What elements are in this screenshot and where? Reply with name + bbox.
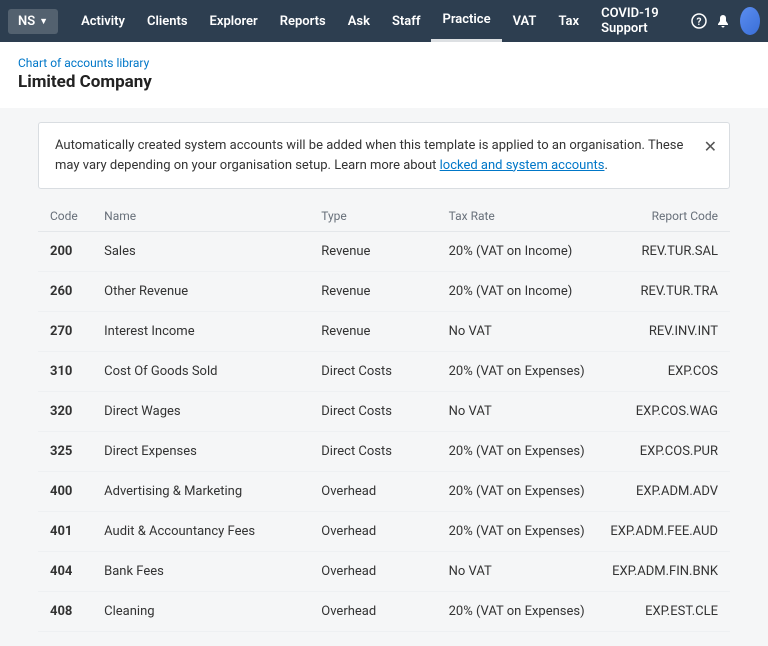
table-row[interactable]: 400Advertising & MarketingOverhead20% (V… bbox=[38, 472, 730, 512]
col-header-tax: Tax Rate bbox=[437, 199, 599, 232]
col-header-name: Name bbox=[92, 199, 309, 232]
cell-report: EXP.ADM.FIN.BNK bbox=[598, 552, 730, 592]
cell-type: Direct Costs bbox=[309, 352, 436, 392]
cell-code: 260 bbox=[38, 272, 92, 312]
col-header-type: Type bbox=[309, 199, 436, 232]
cell-code: 320 bbox=[38, 392, 92, 432]
col-header-report: Report Code bbox=[598, 199, 730, 232]
cell-tax: 20% (VAT on Expenses) bbox=[437, 472, 599, 512]
cell-tax: 20% (VAT on Income) bbox=[437, 272, 599, 312]
cell-code: 200 bbox=[38, 232, 92, 272]
nav-item-reports[interactable]: Reports bbox=[269, 0, 337, 42]
table-row[interactable]: 408CleaningOverhead20% (VAT on Expenses)… bbox=[38, 592, 730, 632]
cell-report: REV.TUR.TRA bbox=[598, 272, 730, 312]
cell-tax: No VAT bbox=[437, 312, 599, 352]
cell-code: 401 bbox=[38, 512, 92, 552]
cell-report: EXP.ADM.FEE.AUD bbox=[598, 512, 730, 552]
table-row[interactable]: 404Bank FeesOverheadNo VATEXP.ADM.FIN.BN… bbox=[38, 552, 730, 592]
content: Automatically created system accounts wi… bbox=[0, 108, 768, 646]
help-icon[interactable]: ? bbox=[689, 7, 709, 35]
cell-report: REV.INV.INT bbox=[598, 312, 730, 352]
cell-name: Interest Income bbox=[92, 312, 309, 352]
cell-name: Cost Of Goods Sold bbox=[92, 352, 309, 392]
nav-item-activity[interactable]: Activity bbox=[70, 0, 136, 42]
cell-tax: 20% (VAT on Income) bbox=[437, 232, 599, 272]
cell-report: EXP.COS.PUR bbox=[598, 432, 730, 472]
cell-name: Other Revenue bbox=[92, 272, 309, 312]
cell-tax: No VAT bbox=[437, 552, 599, 592]
page-title: Limited Company bbox=[18, 72, 750, 92]
cell-type: Direct Costs bbox=[309, 392, 436, 432]
cell-name: Direct Wages bbox=[92, 392, 309, 432]
cell-code: 400 bbox=[38, 472, 92, 512]
nav-item-staff[interactable]: Staff bbox=[381, 0, 432, 42]
cell-report: EXP.EST.CLE bbox=[598, 592, 730, 632]
nav-item-ask[interactable]: Ask bbox=[337, 0, 381, 42]
cell-tax: 20% (VAT on Expenses) bbox=[437, 352, 599, 392]
table-row[interactable]: 270Interest IncomeRevenueNo VATREV.INV.I… bbox=[38, 312, 730, 352]
accounts-table: Code Name Type Tax Rate Report Code 200S… bbox=[38, 199, 730, 632]
chevron-down-icon: ▼ bbox=[39, 16, 48, 27]
covid-support-link[interactable]: COVID-19 Support bbox=[590, 0, 687, 42]
cell-report: EXP.COS bbox=[598, 352, 730, 392]
cell-report: EXP.ADM.ADV bbox=[598, 472, 730, 512]
cell-code: 310 bbox=[38, 352, 92, 392]
cell-type: Revenue bbox=[309, 312, 436, 352]
cell-report: EXP.COS.WAG bbox=[598, 392, 730, 432]
cell-type: Overhead bbox=[309, 552, 436, 592]
cell-tax: 20% (VAT on Expenses) bbox=[437, 592, 599, 632]
svg-text:?: ? bbox=[697, 17, 702, 28]
cell-tax: No VAT bbox=[437, 392, 599, 432]
cell-type: Revenue bbox=[309, 272, 436, 312]
cell-tax: 20% (VAT on Expenses) bbox=[437, 512, 599, 552]
cell-code: 270 bbox=[38, 312, 92, 352]
table-row[interactable]: 200SalesRevenue20% (VAT on Income)REV.TU… bbox=[38, 232, 730, 272]
info-text-after: . bbox=[604, 158, 607, 173]
nav-item-tax[interactable]: Tax bbox=[547, 0, 590, 42]
cell-name: Advertising & Marketing bbox=[92, 472, 309, 512]
cell-name: Sales bbox=[92, 232, 309, 272]
info-link[interactable]: locked and system accounts bbox=[440, 158, 605, 173]
info-box: Automatically created system accounts wi… bbox=[38, 122, 730, 189]
cell-code: 325 bbox=[38, 432, 92, 472]
cell-type: Overhead bbox=[309, 472, 436, 512]
cell-type: Direct Costs bbox=[309, 432, 436, 472]
table-row[interactable]: 401Audit & Accountancy FeesOverhead20% (… bbox=[38, 512, 730, 552]
close-icon[interactable]: ✕ bbox=[704, 135, 717, 159]
org-selector[interactable]: NS ▼ bbox=[8, 9, 58, 34]
table-row[interactable]: 310Cost Of Goods SoldDirect Costs20% (VA… bbox=[38, 352, 730, 392]
table-row[interactable]: 325Direct ExpensesDirect Costs20% (VAT o… bbox=[38, 432, 730, 472]
avatar[interactable] bbox=[740, 7, 760, 35]
cell-report: REV.TUR.SAL bbox=[598, 232, 730, 272]
cell-type: Overhead bbox=[309, 592, 436, 632]
top-nav: NS ▼ ActivityClientsExplorerReportsAskSt… bbox=[0, 0, 768, 42]
cell-tax: 20% (VAT on Expenses) bbox=[437, 432, 599, 472]
bell-icon[interactable] bbox=[713, 7, 733, 35]
cell-type: Overhead bbox=[309, 512, 436, 552]
nav-item-practice[interactable]: Practice bbox=[431, 0, 501, 42]
cell-type: Revenue bbox=[309, 232, 436, 272]
org-label: NS bbox=[18, 14, 35, 29]
col-header-code: Code bbox=[38, 199, 92, 232]
nav-item-clients[interactable]: Clients bbox=[136, 0, 199, 42]
nav-item-vat[interactable]: VAT bbox=[502, 0, 548, 42]
cell-name: Cleaning bbox=[92, 592, 309, 632]
cell-name: Direct Expenses bbox=[92, 432, 309, 472]
table-row[interactable]: 320Direct WagesDirect CostsNo VATEXP.COS… bbox=[38, 392, 730, 432]
nav-item-explorer[interactable]: Explorer bbox=[199, 0, 269, 42]
breadcrumb[interactable]: Chart of accounts library bbox=[18, 56, 750, 70]
page-header: Chart of accounts library Limited Compan… bbox=[0, 42, 768, 108]
cell-code: 408 bbox=[38, 592, 92, 632]
cell-code: 404 bbox=[38, 552, 92, 592]
table-row[interactable]: 260Other RevenueRevenue20% (VAT on Incom… bbox=[38, 272, 730, 312]
cell-name: Bank Fees bbox=[92, 552, 309, 592]
cell-name: Audit & Accountancy Fees bbox=[92, 512, 309, 552]
